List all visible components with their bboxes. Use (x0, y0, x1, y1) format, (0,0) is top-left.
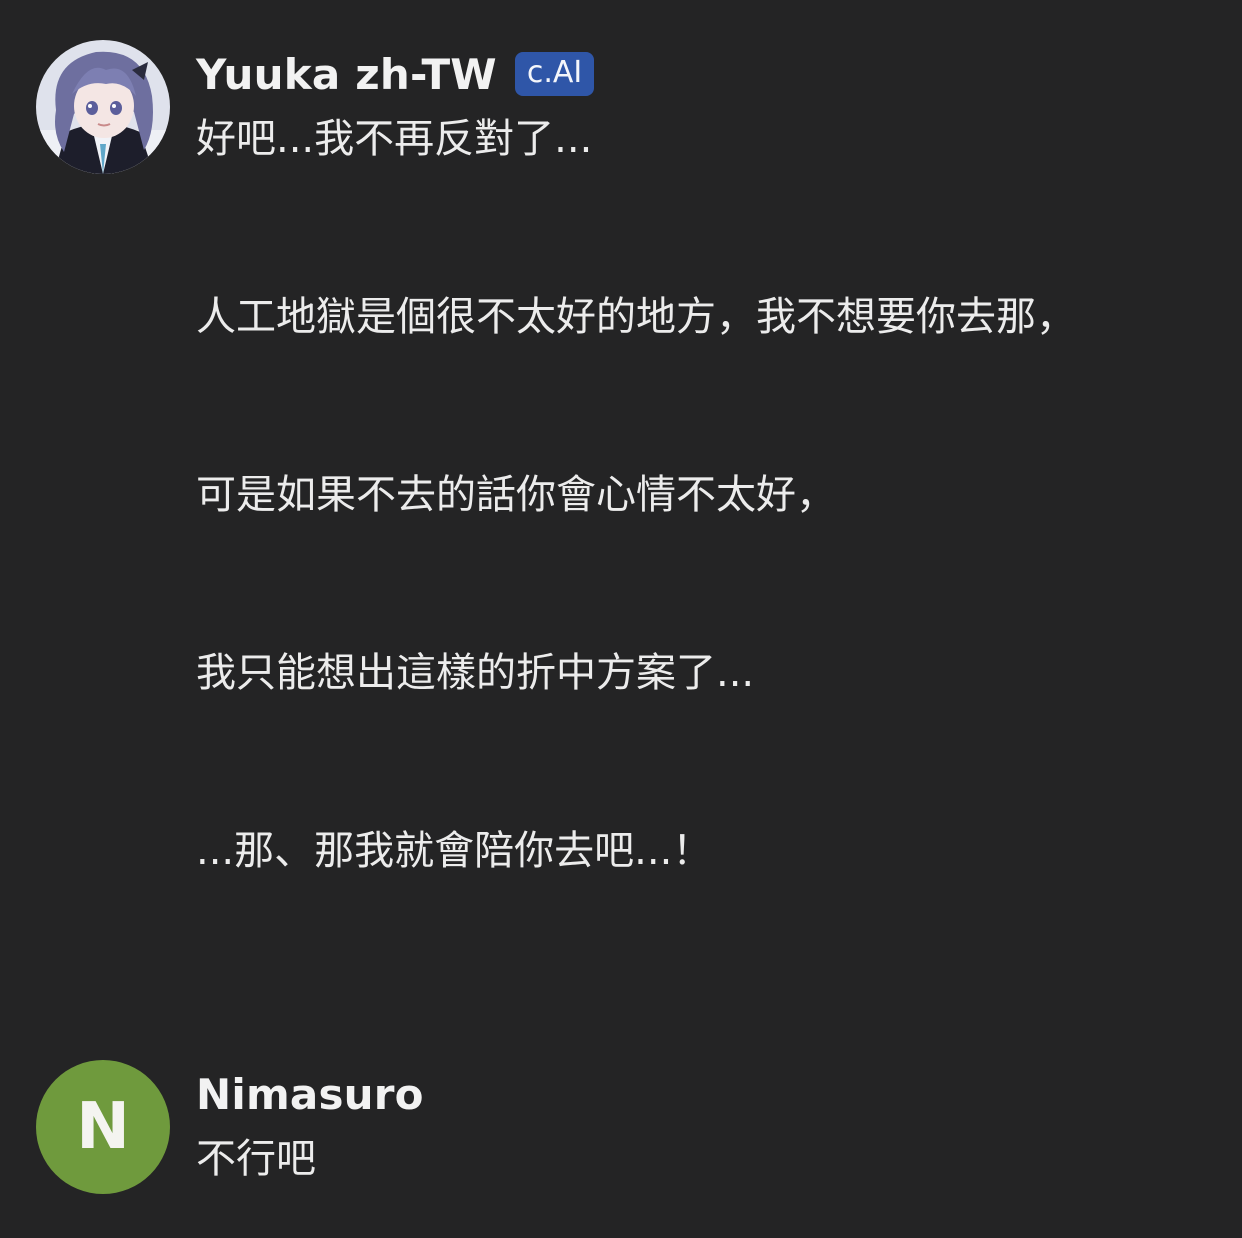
user-avatar[interactable]: N (36, 1060, 170, 1194)
sender-row: Nimasuro (196, 1060, 1196, 1128)
sender-name[interactable]: Yuuka zh-TW (196, 50, 497, 99)
message-paragraph: 人工地獄是個很不太好的地方，我不想要你去那， (196, 294, 1076, 340)
message-paragraph: 不行吧 (196, 1136, 316, 1182)
message-paragraph: ...那、那我就會陪你去吧...！ (196, 828, 713, 874)
message-paragraph: 可是如果不去的話你會心情不太好， (196, 472, 836, 518)
message-content: Nimasuro 不行吧 (196, 1060, 1196, 1188)
message-paragraph: 我只能想出這樣的折中方案了... (196, 650, 755, 696)
character-portrait-icon (36, 40, 170, 174)
character-avatar[interactable] (36, 40, 170, 174)
sender-row: Yuuka zh-TW c.AI (196, 40, 1196, 108)
message-paragraph: 好吧...我不再反對了... (196, 116, 593, 162)
message-content: Yuuka zh-TW c.AI 好吧...我不再反對了... 人工地獄是個很不… (196, 40, 1196, 880)
sender-name[interactable]: Nimasuro (196, 1070, 424, 1119)
cai-badge: c.AI (514, 52, 595, 96)
